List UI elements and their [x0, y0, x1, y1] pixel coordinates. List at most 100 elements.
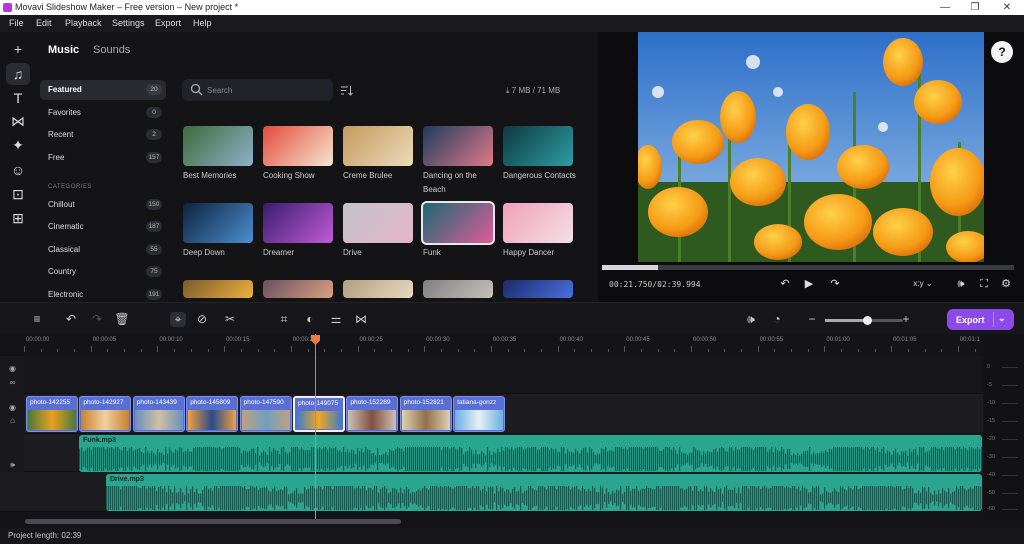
volume-icon[interactable]: 🕪 [953, 277, 969, 291]
speaker-icon[interactable]: 🕪 [7, 459, 18, 470]
undo-seek-icon[interactable]: ↶ [777, 277, 793, 291]
menu-playback[interactable]: Playback [65, 18, 102, 28]
track-title[interactable]: Creme Brulee [343, 169, 417, 183]
aspect-ratio-select[interactable]: x:y ⌄ [908, 277, 938, 291]
track-title[interactable]: Best Memories [183, 169, 257, 183]
audio-clip-drive[interactable]: Drive.mp3 [106, 474, 982, 511]
photo-clip[interactable]: photo-152289 [346, 396, 399, 432]
audio-clip-funk[interactable]: Funk.mp3 [79, 435, 982, 472]
category-featured[interactable]: Featured 20 [40, 80, 166, 100]
category-classical[interactable]: Classical 55 [40, 240, 166, 260]
photo-clip[interactable]: photo-147590 [239, 396, 292, 432]
lock-icon[interactable]: ⌂ [7, 415, 18, 426]
filters-icon[interactable]: ✦ [6, 134, 30, 156]
play-icon[interactable]: ▶ [801, 277, 817, 291]
track-thumbnail[interactable] [183, 126, 253, 166]
remove-icon[interactable]: ⊘ [194, 312, 210, 327]
track-thumbnail[interactable] [423, 280, 493, 298]
chevron-down-icon[interactable]: ⌄ [998, 313, 1006, 324]
photo-clip[interactable]: photo-152821 [399, 396, 452, 432]
track-thumbnail[interactable] [343, 126, 413, 166]
crop-icon[interactable]: ⌗ [276, 312, 292, 327]
track-thumbnail[interactable] [343, 280, 413, 298]
delete-icon[interactable]: 🗑 [114, 312, 130, 327]
category-country[interactable]: Country 75 [40, 262, 166, 282]
settings-icon[interactable]: ⚙ [998, 277, 1014, 291]
photo-clip[interactable]: photo-142255 [26, 396, 78, 432]
zoom-slider[interactable] [825, 316, 903, 325]
photo-clip[interactable]: photo-145809 [186, 396, 239, 432]
preview-video[interactable] [638, 32, 984, 262]
close-button[interactable]: ✕ [992, 1, 1022, 14]
track-title[interactable]: Happy Dancer [503, 246, 577, 260]
eye-icon[interactable]: ◉ [7, 363, 18, 374]
category-favorites[interactable]: Favorites 0 [40, 103, 166, 123]
clip-properties-icon[interactable]: ◐ [302, 312, 318, 327]
menu-help[interactable]: Help [193, 18, 212, 28]
track-thumbnail[interactable] [183, 203, 253, 243]
time-ruler[interactable]: 00:00:00 00:00:05 00:00:10 00:00:15 00:00:20… [24, 334, 1009, 352]
undo-icon[interactable]: ↶ [63, 312, 79, 327]
store-icon[interactable]: ⊡ [6, 183, 30, 205]
add-track-icon[interactable]: ≡ [29, 312, 45, 327]
redo-seek-icon[interactable]: ↷ [827, 277, 843, 291]
link-icon[interactable]: ∞ [7, 377, 18, 388]
text-track[interactable] [0, 356, 983, 394]
export-button[interactable]: Export ⌄ [947, 309, 1014, 330]
transitions-icon[interactable]: ⋈ [6, 110, 30, 132]
track-title[interactable]: Dreamer [263, 246, 337, 260]
maximize-button[interactable]: ❐ [960, 1, 990, 14]
track-title[interactable]: Dangerous Contacts [503, 169, 577, 183]
menu-edit[interactable]: Edit [36, 18, 52, 28]
zoom-handle[interactable] [863, 316, 872, 325]
category-recent[interactable]: Recent 2 [40, 125, 166, 145]
preview-seek-bar[interactable] [602, 265, 1014, 270]
track-thumbnail[interactable] [183, 280, 253, 298]
track-title[interactable]: Drive [343, 246, 417, 260]
zoom-in-icon[interactable]: + [898, 312, 914, 327]
redo-icon[interactable]: ↷ [89, 312, 105, 327]
more-tools-icon[interactable]: ⊞ [6, 207, 30, 229]
menu-export[interactable]: Export [155, 18, 181, 28]
split-icon[interactable]: ✂ [222, 312, 238, 327]
category-free[interactable]: Free 157 [40, 148, 166, 168]
track-thumbnail[interactable] [263, 126, 333, 166]
fullscreen-icon[interactable]: ⛶ [976, 277, 992, 291]
track-thumbnail[interactable] [503, 203, 573, 243]
tab-music[interactable]: Music [48, 44, 79, 56]
adjust-icon[interactable]: ⚌ [328, 312, 344, 327]
photo-clip[interactable]: tatiana-gonzz [453, 396, 506, 432]
eye-icon[interactable]: ◉ [7, 402, 18, 413]
track-thumbnail[interactable] [503, 280, 573, 298]
select-tool-icon[interactable]: ⌖ [170, 312, 186, 327]
track-title[interactable]: Cooking Show [263, 169, 337, 183]
help-icon[interactable]: ? [991, 41, 1013, 63]
tab-sounds[interactable]: Sounds [93, 44, 130, 56]
photo-clip[interactable]: photo-142927 [79, 396, 132, 432]
zoom-out-icon[interactable]: − [804, 312, 820, 327]
search-input[interactable]: Search [182, 79, 333, 101]
track-title[interactable]: Deep Down [183, 246, 257, 260]
audio-detach-icon[interactable]: 🕪 [743, 312, 759, 327]
track-thumbnail[interactable] [503, 126, 573, 166]
track-thumbnail[interactable] [421, 201, 495, 245]
track-thumbnail[interactable] [263, 280, 333, 298]
track-thumbnail[interactable] [263, 203, 333, 243]
track-thumbnail[interactable] [423, 126, 493, 166]
track-title[interactable]: Funk [423, 246, 497, 260]
photo-clip[interactable]: photo-149075 [293, 396, 345, 432]
playhead[interactable] [315, 334, 316, 520]
color-icon[interactable]: ◔ [769, 312, 785, 327]
timeline-scrollbar[interactable] [25, 519, 401, 524]
minimize-button[interactable]: — [930, 1, 960, 14]
track-title[interactable]: Dancing on the Beach [423, 169, 497, 197]
track-thumbnail[interactable] [343, 203, 413, 243]
photo-clip[interactable]: photo-143439 [132, 396, 185, 432]
category-cinematic[interactable]: Cinematic 187 [40, 217, 166, 237]
text-icon[interactable]: T [6, 87, 30, 109]
menu-settings[interactable]: Settings [112, 18, 145, 28]
music-icon[interactable]: ♫ [6, 63, 30, 85]
transition-icon[interactable]: ⋈ [353, 312, 369, 327]
add-icon[interactable]: + [6, 38, 30, 60]
category-chillout[interactable]: Chillout 150 [40, 195, 166, 215]
